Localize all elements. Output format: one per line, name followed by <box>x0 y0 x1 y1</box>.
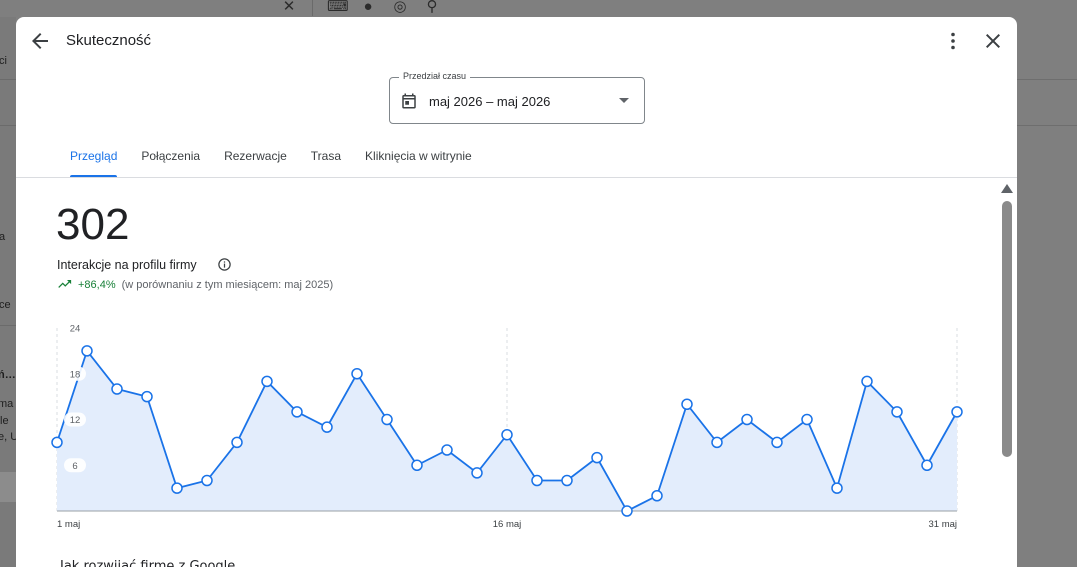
date-range-value: maj 2026 – maj 2026 <box>429 94 551 109</box>
performance-dialog: Skuteczność Przedział czasu maj 2026 – m… <box>16 17 1017 567</box>
dropdown-arrow-icon <box>619 98 629 103</box>
date-range-label: Przedział czasu <box>399 71 471 81</box>
data-point <box>531 474 543 487</box>
divider <box>16 177 1017 178</box>
interactions-chart-svg: 6 12 18 24 1 maj 16 maj 31 maj <box>51 321 963 530</box>
divider <box>1017 125 1077 126</box>
data-point <box>261 375 273 388</box>
background-text: ziele <box>0 415 9 427</box>
tab-directions[interactable]: Trasa <box>299 143 353 177</box>
trend-comparison: (w porównaniu z tym miesiącem: maj 2025) <box>121 279 334 291</box>
background-page-left: ci a ce ń… ma ziele e, U <box>0 17 16 567</box>
divider <box>0 125 16 126</box>
back-arrow-icon[interactable] <box>28 29 52 53</box>
tab-bar: Przegląd Połączenia Rezerwacje Trasa Kli… <box>58 143 484 177</box>
data-point <box>621 505 633 517</box>
data-point <box>891 406 903 418</box>
data-point <box>381 413 393 426</box>
background-text: ń… <box>0 369 16 381</box>
x-tick-label: 1 maj <box>57 519 80 530</box>
close-icon: ✕ <box>282 0 296 15</box>
metric-label: Interakcje na profilu firmy <box>57 258 197 272</box>
background-thumbnail <box>0 472 16 502</box>
y-tick-label: 18 <box>70 369 81 380</box>
data-point <box>441 444 453 456</box>
background-text: a <box>0 231 6 243</box>
data-point <box>801 413 813 426</box>
background-text: ci <box>0 55 7 67</box>
data-point <box>771 436 783 449</box>
data-point <box>501 429 513 441</box>
background-text: e, U <box>0 431 16 443</box>
x-tick-label: 31 maj <box>928 519 957 530</box>
y-tick-label: 24 <box>70 324 81 335</box>
data-point <box>711 436 723 449</box>
x-tick-label: 16 maj <box>493 519 522 530</box>
data-point <box>81 345 93 357</box>
data-point <box>681 398 693 410</box>
background-text: ma <box>0 398 14 410</box>
data-point <box>141 390 153 403</box>
data-point <box>351 368 363 380</box>
trend-percent: +86,4% <box>78 279 116 291</box>
date-range-select[interactable]: Przedział czasu maj 2026 – maj 2026 <box>389 71 645 124</box>
more-vert-icon[interactable] <box>941 29 965 53</box>
calendar-icon <box>402 93 416 109</box>
data-point <box>921 459 933 471</box>
interactions-chart: 6 12 18 24 1 maj 16 maj 31 maj <box>46 317 976 535</box>
trend-row: +86,4% (w porównaniu z tym miesiącem: ma… <box>57 279 333 291</box>
y-tick-label: 6 <box>72 461 77 472</box>
tab-website-clicks[interactable]: Kliknięcia w witrynie <box>353 143 484 177</box>
data-point <box>561 474 573 487</box>
data-point <box>831 482 843 494</box>
data-point <box>171 482 183 494</box>
data-point <box>591 451 603 464</box>
dialog-title: Skuteczność <box>66 32 152 49</box>
tab-calls[interactable]: Połączenia <box>129 143 212 177</box>
scroll-up-arrow-icon[interactable] <box>1001 184 1013 193</box>
data-point <box>411 459 423 471</box>
data-point <box>951 406 963 418</box>
data-point <box>471 467 483 479</box>
data-point <box>741 413 753 426</box>
info-icon[interactable] <box>217 257 232 272</box>
tab-bookings[interactable]: Rezerwacje <box>212 143 299 177</box>
divider <box>0 79 16 80</box>
divider <box>0 325 16 326</box>
search-icon: ⚲ <box>426 0 438 15</box>
data-point <box>321 421 333 433</box>
background-top-bar: ✕ ⌨ ● ◎ ⚲ <box>0 0 1077 17</box>
data-point <box>861 375 873 388</box>
data-point <box>111 383 123 395</box>
divider <box>1017 79 1077 80</box>
y-tick-label: 12 <box>70 415 81 426</box>
data-point <box>651 490 663 502</box>
tab-overview[interactable]: Przegląd <box>58 143 129 177</box>
background-text: ce <box>0 299 11 311</box>
divider <box>312 0 313 16</box>
close-icon[interactable] <box>981 29 1005 53</box>
data-point <box>51 436 63 449</box>
data-point <box>231 436 243 449</box>
data-point <box>201 474 213 487</box>
lens-icon: ◎ <box>393 0 407 15</box>
scrollbar-thumb[interactable] <box>1002 201 1012 457</box>
section-heading: Jak rozwijać firmę z Google <box>60 559 236 567</box>
keyboard-icon: ⌨ <box>327 0 349 15</box>
background-page-right <box>1017 17 1077 567</box>
interactions-total: 302 <box>56 200 130 249</box>
mic-icon: ● <box>363 0 373 15</box>
trending-up-icon <box>58 280 72 288</box>
data-point <box>291 406 303 418</box>
